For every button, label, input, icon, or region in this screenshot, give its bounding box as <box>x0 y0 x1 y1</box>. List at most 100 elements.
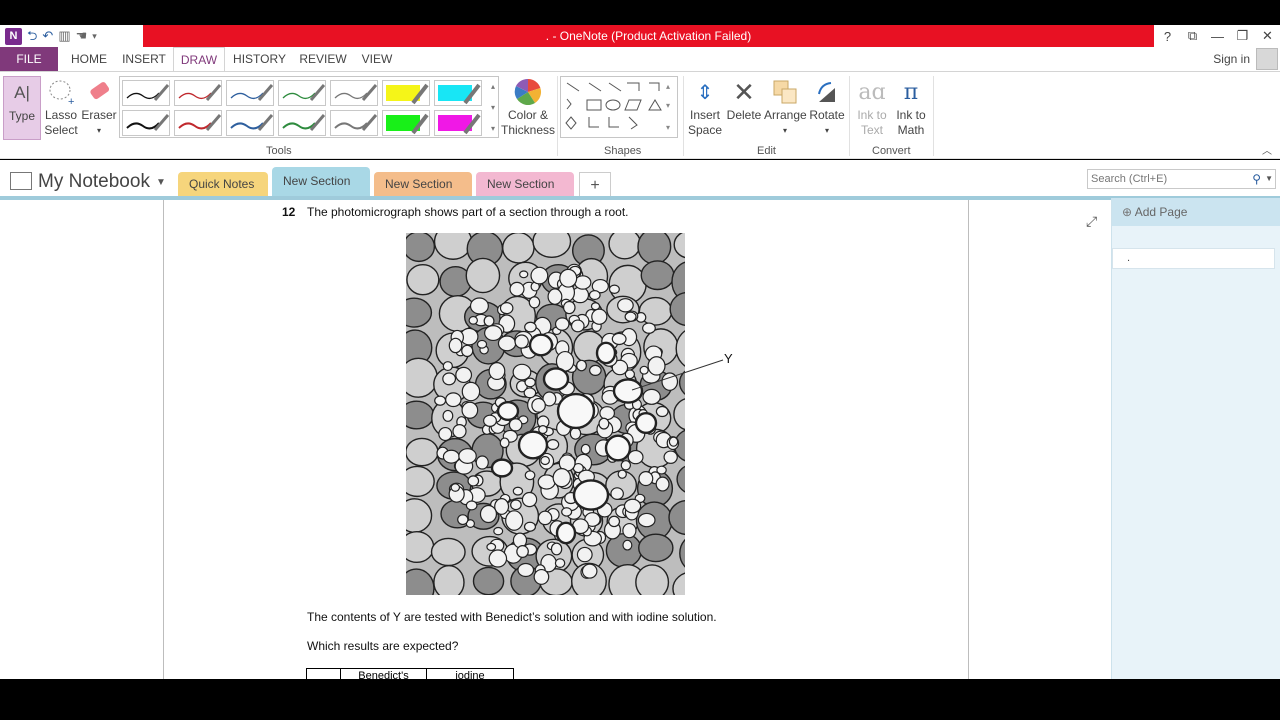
shapes-gallery[interactable]: ▴ ▾ ▾ <box>560 76 678 138</box>
search-placeholder: Search (Ctrl+E) <box>1091 173 1168 185</box>
add-page-button[interactable]: ⊕ Add Page <box>1112 198 1280 226</box>
chevron-down-icon[interactable]: ▼ <box>156 177 166 188</box>
rotate-dropdown-icon[interactable]: ▾ <box>807 123 847 138</box>
svg-text:+: + <box>68 96 74 106</box>
expand-icon[interactable]: ⤢ <box>1086 213 1097 230</box>
delete-x-icon: ✕ <box>733 76 755 107</box>
table-header-cell <box>306 668 341 679</box>
search-dropdown-icon[interactable]: ▼ <box>1265 170 1273 188</box>
pen-swatch[interactable] <box>382 80 430 106</box>
window-title: . - OneNote (Product Activation Failed) <box>143 25 1154 47</box>
question-number: 12 <box>282 205 296 219</box>
pen-swatch[interactable] <box>122 110 170 136</box>
minimize-button[interactable]: — <box>1205 25 1230 47</box>
pen-swatch[interactable] <box>278 80 326 106</box>
pen-swatch[interactable] <box>226 110 274 136</box>
color-wheel-icon <box>500 76 556 108</box>
section-tab-new-section-1[interactable]: New Section 1 <box>272 167 370 216</box>
pen-swatch[interactable] <box>226 80 274 106</box>
eraser-icon <box>81 76 117 108</box>
delete-button[interactable]: ✕ Delete <box>725 76 763 140</box>
page-list-item[interactable]: . <box>1112 248 1275 269</box>
section-tab-quick-notes[interactable]: Quick Notes <box>178 172 268 197</box>
collapse-ribbon-icon[interactable]: ︿ <box>1262 142 1272 157</box>
ribbon-display-button[interactable]: ⧉ <box>1180 25 1205 47</box>
sign-in-link[interactable]: Sign in <box>1213 47 1250 71</box>
arrange-icon <box>764 76 806 108</box>
color-label-1: Color & <box>507 108 548 122</box>
pen-swatch[interactable] <box>122 80 170 106</box>
tab-history[interactable]: HISTORY <box>228 47 291 71</box>
pen-gallery-scroll-icon[interactable]: ▾ <box>487 98 499 118</box>
svg-text:▴: ▴ <box>666 82 670 91</box>
search-icon[interactable]: ⚲ <box>1252 170 1261 188</box>
pen-swatch[interactable] <box>278 110 326 136</box>
pen-swatch[interactable] <box>434 80 482 106</box>
tab-draw[interactable]: DRAW <box>173 47 225 71</box>
question-line-3: Which results are expected? <box>307 639 459 653</box>
touch-mode-icon[interactable]: ☚ <box>76 25 88 47</box>
pen-swatch[interactable] <box>174 80 222 106</box>
tab-file[interactable]: FILE <box>0 47 58 71</box>
onenote-window: N ⮌ ↶ ▥ ☚ ▾ . - OneNote (Product Activat… <box>0 0 1280 720</box>
pen-gallery-scroll-icon[interactable]: ▾ <box>487 119 499 139</box>
ink-to-math-label-1: Ink to <box>896 108 926 122</box>
back-icon[interactable]: ⮌ <box>27 25 37 47</box>
eraser-button[interactable]: Eraser ▾ <box>81 76 117 140</box>
lasso-select-button[interactable]: + Lasso Select <box>42 76 80 140</box>
delete-label: Delete <box>726 108 762 122</box>
pen-swatch[interactable] <box>434 110 482 136</box>
pen-swatch[interactable] <box>382 110 430 136</box>
close-button[interactable]: ✕ <box>1255 25 1280 47</box>
lasso-label-1: Lasso <box>44 108 78 122</box>
label-y-pointer <box>631 359 724 391</box>
pen-swatch[interactable] <box>330 110 378 136</box>
section-tab-new-section-3[interactable]: New Section 3 <box>476 172 574 216</box>
add-section-button[interactable]: + <box>579 172 611 197</box>
color-label-2: Thickness <box>500 123 556 137</box>
arrange-label: Arrange <box>764 108 807 122</box>
ink-to-math-icon: π <box>903 79 919 105</box>
ink-to-text-button[interactable]: aɑ Ink to Text <box>852 76 892 140</box>
tab-view[interactable]: VIEW <box>355 47 399 71</box>
add-page-label: Add Page <box>1134 205 1188 219</box>
undo-icon[interactable]: ↶ <box>42 25 53 47</box>
ink-to-text-icon: aɑ <box>858 79 886 105</box>
title-bar: N ⮌ ↶ ▥ ☚ ▾ . - OneNote (Product Activat… <box>0 25 1280 47</box>
arrange-dropdown-icon[interactable]: ▾ <box>764 123 806 138</box>
table-header-cell: Benedict's <box>340 668 427 679</box>
type-button[interactable]: A| Type <box>3 76 41 140</box>
rotate-button[interactable]: Rotate ▾ <box>807 76 847 140</box>
tab-home[interactable]: HOME <box>62 47 116 71</box>
tab-review[interactable]: REVIEW <box>294 47 352 71</box>
avatar[interactable] <box>1256 48 1278 70</box>
notebook-name[interactable]: My Notebook <box>38 171 150 193</box>
pen-gallery-scroll-icon[interactable]: ▴ <box>487 77 499 97</box>
help-button[interactable]: ? <box>1155 25 1180 47</box>
customize-qat-icon[interactable]: ▾ <box>92 25 97 47</box>
tab-insert[interactable]: INSERT <box>118 47 170 71</box>
page-canvas[interactable]: ⤢ 12 The photomicrograph shows part of a… <box>0 200 1111 679</box>
dock-icon[interactable]: ▥ <box>58 25 70 47</box>
color-thickness-button[interactable]: Color & Thickness <box>500 76 556 140</box>
insert-space-button[interactable]: ⇕ Insert Space <box>686 76 724 140</box>
arrange-button[interactable]: Arrange ▾ <box>764 76 807 140</box>
lasso-label-2: Select <box>44 123 78 137</box>
ink-to-math-label-2: Math <box>897 123 925 137</box>
pen-gallery: ▴ ▾ ▾ <box>119 76 499 138</box>
pen-swatch[interactable] <box>330 80 378 106</box>
search-input[interactable]: Search (Ctrl+E) ⚲ ▼ <box>1087 169 1276 189</box>
section-tab-new-section-2[interactable]: New Section 2 <box>374 172 472 216</box>
table-header-cell: iodine <box>426 668 514 679</box>
svg-text:▾: ▾ <box>666 123 670 132</box>
eraser-dropdown-icon[interactable]: ▾ <box>81 123 117 138</box>
restore-button[interactable]: ❐ <box>1230 25 1255 47</box>
rotate-icon <box>807 76 847 108</box>
root-photomicrograph <box>406 233 685 595</box>
pen-swatch[interactable] <box>174 110 222 136</box>
ink-to-math-button[interactable]: π Ink to Math <box>892 76 930 140</box>
eraser-label: Eraser <box>81 108 117 122</box>
onenote-logo-icon: N <box>5 27 22 45</box>
label-y: Y <box>724 351 733 366</box>
lasso-icon: + <box>42 76 80 108</box>
